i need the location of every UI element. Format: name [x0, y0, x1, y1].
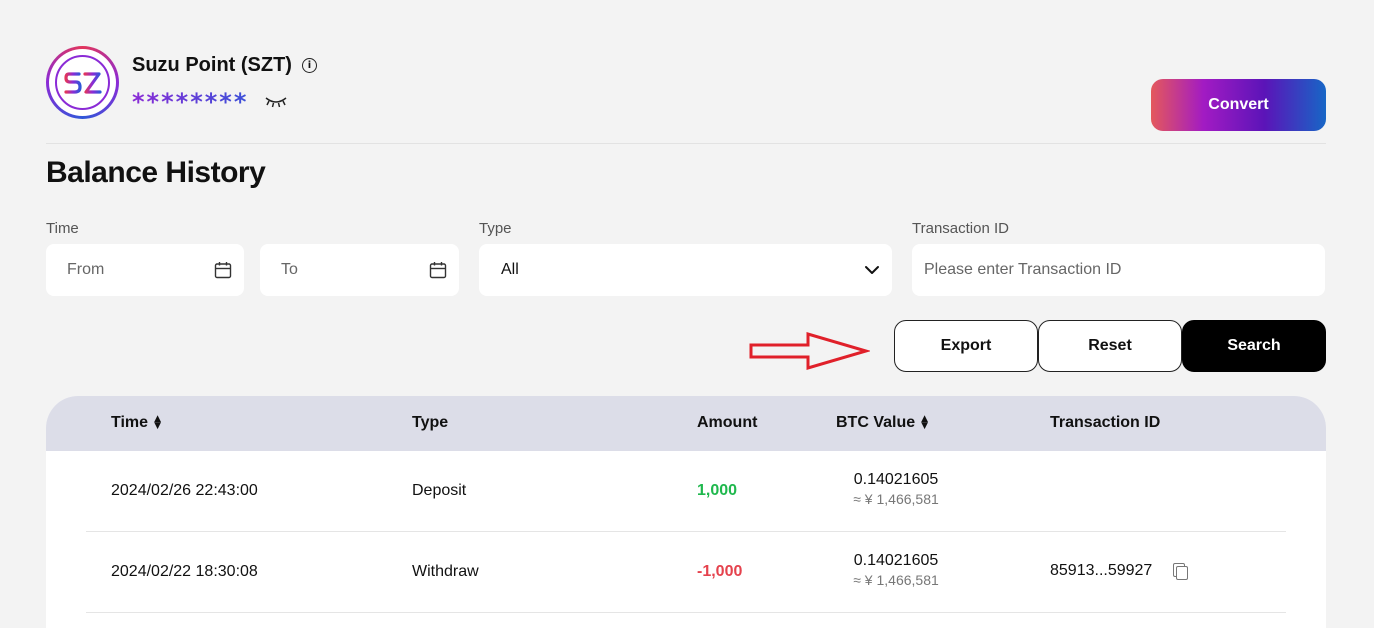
- column-header-time[interactable]: Time ▲ ▼: [111, 414, 161, 432]
- row-btc-amount: 0.14021605: [853, 552, 939, 569]
- type-label: Type: [479, 220, 512, 237]
- reset-button[interactable]: Reset: [1038, 320, 1182, 372]
- sort-icon[interactable]: ▲ ▼: [921, 415, 928, 431]
- row-amount: 1,000: [697, 482, 738, 499]
- annotation-arrow-icon: [749, 331, 870, 371]
- row-type: Withdraw: [412, 563, 479, 580]
- column-header-amount: Amount: [697, 414, 757, 432]
- token-logo: [46, 46, 119, 119]
- table-header: Time ▲ ▼ Type Amount BTC Value ▲ ▼ Transac…: [46, 396, 1326, 451]
- calendar-icon[interactable]: [214, 261, 232, 279]
- to-date-input[interactable]: To: [260, 244, 459, 296]
- table-row: 2024/02/22 18:30:08 Withdraw -1,000 0.14…: [86, 532, 1286, 613]
- row-btc-amount: 0.14021605: [853, 471, 939, 488]
- from-date-input[interactable]: From: [46, 244, 244, 296]
- column-header-type: Type: [412, 414, 448, 432]
- balance-row: ********: [132, 88, 288, 116]
- type-select-value: All: [501, 261, 519, 278]
- row-btc-value: 0.14021605 ≈ ¥ 1,466,581: [836, 552, 956, 588]
- search-button[interactable]: Search: [1182, 320, 1326, 372]
- row-txid-cell: 85913...59927: [1050, 562, 1188, 580]
- row-btc-value: 0.14021605 ≈ ¥ 1,466,581: [836, 471, 956, 507]
- column-header-txid: Transaction ID: [1050, 414, 1160, 432]
- balance-history-table: Time ▲ ▼ Type Amount BTC Value ▲ ▼ Transac…: [46, 396, 1326, 628]
- txid-label: Transaction ID: [912, 220, 1009, 237]
- row-btc-fiat: ≈ ¥ 1,466,581: [853, 572, 939, 588]
- row-time: 2024/02/22 18:30:08: [111, 563, 258, 580]
- sort-icon[interactable]: ▲ ▼: [154, 415, 161, 431]
- txid-input[interactable]: Please enter Transaction ID: [912, 244, 1325, 296]
- column-header-amount-label: Amount: [697, 414, 758, 431]
- eye-closed-icon[interactable]: [264, 95, 288, 109]
- time-label: Time: [46, 220, 79, 237]
- sz-logo-icon: [63, 71, 102, 94]
- token-name: Suzu Point (SZT) i: [132, 54, 317, 77]
- column-header-txid-label: Transaction ID: [1050, 414, 1161, 431]
- table-row: 2024/02/26 22:43:00 Deposit 1,000 0.1402…: [86, 451, 1286, 532]
- row-txid: 85913...59927: [1050, 562, 1153, 579]
- column-header-time-label: Time: [111, 414, 149, 431]
- to-date-placeholder: To: [281, 261, 298, 278]
- from-date-placeholder: From: [67, 261, 105, 278]
- row-time: 2024/02/26 22:43:00: [111, 482, 258, 499]
- column-header-btc-value[interactable]: BTC Value ▲ ▼: [836, 414, 928, 432]
- convert-button[interactable]: Convert: [1151, 79, 1326, 131]
- txid-placeholder: Please enter Transaction ID: [924, 261, 1122, 278]
- page-title: Balance History: [46, 156, 266, 189]
- row-amount: -1,000: [697, 563, 743, 580]
- info-icon[interactable]: i: [301, 58, 317, 73]
- column-header-type-label: Type: [412, 414, 449, 431]
- column-header-btc-label: BTC Value: [836, 414, 916, 431]
- token-header: Suzu Point (SZT) i ******** Convert: [46, 46, 1326, 144]
- type-select[interactable]: All: [479, 244, 892, 296]
- calendar-icon[interactable]: [429, 261, 447, 279]
- chevron-down-icon: [865, 266, 879, 274]
- masked-balance: ********: [132, 88, 249, 116]
- token-name-text: Suzu Point (SZT): [132, 54, 292, 76]
- row-type: Deposit: [412, 482, 467, 499]
- row-btc-fiat: ≈ ¥ 1,466,581: [853, 491, 939, 507]
- copy-icon[interactable]: [1172, 562, 1188, 580]
- export-button[interactable]: Export: [894, 320, 1038, 372]
